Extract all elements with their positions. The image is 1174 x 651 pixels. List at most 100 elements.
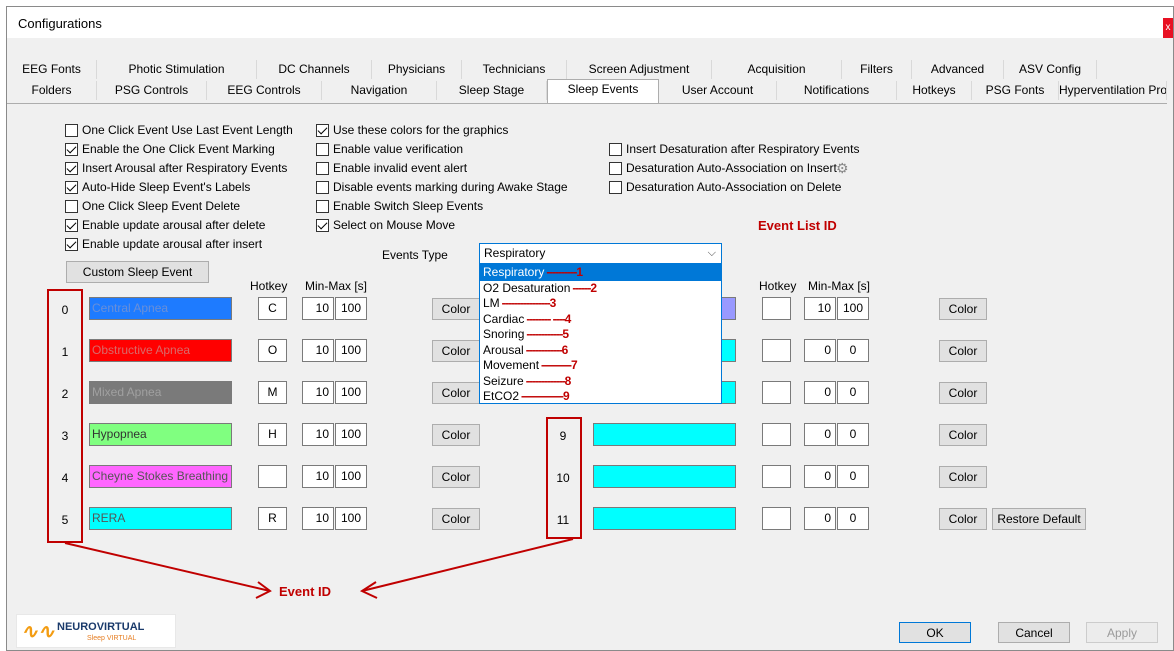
event-name-field[interactable]: Hypopnea xyxy=(89,423,232,446)
dropdown-item[interactable]: Arousal ------------6 xyxy=(480,343,721,359)
apply-button[interactable]: Apply xyxy=(1086,622,1158,643)
checkbox-enable-update-arousal-after-delete[interactable]: Enable update arousal after delete xyxy=(65,217,265,233)
ok-button[interactable]: OK xyxy=(899,622,971,643)
hotkey-field[interactable]: R xyxy=(258,507,287,530)
checkbox-box[interactable] xyxy=(609,180,622,194)
max-field[interactable]: 0 xyxy=(837,381,869,404)
color-button[interactable]: Color xyxy=(939,424,987,446)
tab-hyperventilation-protocol[interactable]: Hyperventilation Protocol xyxy=(1059,81,1167,100)
color-button[interactable]: Color xyxy=(432,508,480,530)
tab-photic-stimulation[interactable]: Photic Stimulation xyxy=(97,60,257,79)
min-field[interactable]: 0 xyxy=(804,465,836,488)
cancel-button[interactable]: Cancel xyxy=(998,622,1070,643)
event-name-field[interactable] xyxy=(593,507,736,530)
tab-technicians[interactable]: Technicians xyxy=(462,60,567,79)
chevron-down-icon[interactable]: ⌵ xyxy=(708,244,716,263)
checkbox-auto-hide-sleep-event-s-labels[interactable]: Auto-Hide Sleep Event's Labels xyxy=(65,179,250,195)
checkbox-one-click-event-use-last-event-length[interactable]: One Click Event Use Last Event Length xyxy=(65,122,293,138)
tab-advanced[interactable]: Advanced xyxy=(912,60,1004,79)
event-name-field[interactable]: Cheyne Stokes Breathing xyxy=(89,465,232,488)
min-field[interactable]: 10 xyxy=(302,465,334,488)
tab-navigation[interactable]: Navigation xyxy=(322,81,437,100)
max-field[interactable]: 100 xyxy=(837,297,869,320)
dropdown-item[interactable]: LM ----------------3 xyxy=(480,296,721,312)
checkbox-box[interactable] xyxy=(65,123,78,137)
event-name-field[interactable] xyxy=(593,423,736,446)
hotkey-field[interactable]: C xyxy=(258,297,287,320)
tab-physicians[interactable]: Physicians xyxy=(372,60,462,79)
tab-dc-channels[interactable]: DC Channels xyxy=(257,60,372,79)
checkbox-enable-update-arousal-after-insert[interactable]: Enable update arousal after insert xyxy=(65,236,262,252)
checkbox-enable-invalid-event-alert[interactable]: Enable invalid event alert xyxy=(316,160,467,176)
checkbox-box[interactable] xyxy=(65,237,78,251)
tab-psg-controls[interactable]: PSG Controls xyxy=(97,81,207,100)
tab-asv-config[interactable]: ASV Config xyxy=(1004,60,1097,79)
checkbox-enable-value-verification[interactable]: Enable value verification xyxy=(316,141,463,157)
max-field[interactable]: 100 xyxy=(335,507,367,530)
tab-eeg-fonts[interactable]: EEG Fonts xyxy=(7,60,97,79)
dropdown-item[interactable]: O2 Desaturation ------2 xyxy=(480,281,721,297)
max-field[interactable]: 0 xyxy=(837,465,869,488)
max-field[interactable]: 100 xyxy=(335,423,367,446)
max-field[interactable]: 0 xyxy=(837,339,869,362)
dropdown-item[interactable]: Snoring ------------5 xyxy=(480,327,721,343)
tab-notifications[interactable]: Notifications xyxy=(777,81,897,100)
dropdown-item[interactable]: Seizure -------------8 xyxy=(480,374,721,390)
min-field[interactable]: 10 xyxy=(302,423,334,446)
min-field[interactable]: 10 xyxy=(302,381,334,404)
color-button[interactable]: Color xyxy=(432,298,480,320)
hotkey-field[interactable] xyxy=(762,423,791,446)
max-field[interactable]: 100 xyxy=(335,381,367,404)
checkbox-box[interactable] xyxy=(316,180,329,194)
checkbox-enable-switch-sleep-events[interactable]: Enable Switch Sleep Events xyxy=(316,198,483,214)
tab-folders[interactable]: Folders xyxy=(7,81,97,100)
tab-filters[interactable]: Filters xyxy=(842,60,912,79)
hotkey-field[interactable]: M xyxy=(258,381,287,404)
dropdown-item[interactable]: Respiratory ----------1 xyxy=(480,265,721,281)
tab-eeg-controls[interactable]: EEG Controls xyxy=(207,81,322,100)
min-field[interactable]: 0 xyxy=(804,381,836,404)
checkbox-insert-desaturation-after-respiratory-events[interactable]: Insert Desaturation after Respiratory Ev… xyxy=(609,141,859,157)
max-field[interactable]: 100 xyxy=(335,465,367,488)
color-button[interactable]: Color xyxy=(432,382,480,404)
event-name-field[interactable]: Obstructive Apnea xyxy=(89,339,232,362)
checkbox-desaturation-auto-association-on-insert[interactable]: Desaturation Auto-Association on Insert xyxy=(609,160,837,176)
color-button[interactable]: Color xyxy=(432,424,480,446)
hotkey-field[interactable]: H xyxy=(258,423,287,446)
close-button[interactable]: x xyxy=(1163,18,1173,38)
color-button[interactable]: Color xyxy=(939,466,987,488)
events-type-select[interactable]: Respiratory ⌵ xyxy=(479,243,722,264)
tab-user-account[interactable]: User Account xyxy=(659,81,777,100)
color-button[interactable]: Color xyxy=(432,340,480,362)
checkbox-disable-events-marking-during-awake-stage[interactable]: Disable events marking during Awake Stag… xyxy=(316,179,568,195)
checkbox-enable-the-one-click-event-marking[interactable]: Enable the One Click Event Marking xyxy=(65,141,275,157)
min-field[interactable]: 0 xyxy=(804,507,836,530)
min-field[interactable]: 10 xyxy=(804,297,836,320)
tab-acquisition[interactable]: Acquisition xyxy=(712,60,842,79)
checkbox-box[interactable] xyxy=(65,218,78,232)
checkbox-box[interactable] xyxy=(316,218,329,232)
checkbox-box[interactable] xyxy=(609,142,622,156)
min-field[interactable]: 0 xyxy=(804,423,836,446)
max-field[interactable]: 100 xyxy=(335,339,367,362)
checkbox-box[interactable] xyxy=(65,142,78,156)
checkbox-box[interactable] xyxy=(316,142,329,156)
checkbox-box[interactable] xyxy=(609,161,622,175)
hotkey-field[interactable] xyxy=(762,297,791,320)
tab-sleep-events[interactable]: Sleep Events xyxy=(547,79,659,103)
hotkey-field[interactable] xyxy=(762,465,791,488)
checkbox-box[interactable] xyxy=(316,123,329,137)
dropdown-item[interactable]: Cardiac -------- ----4 xyxy=(480,312,721,328)
dropdown-item[interactable]: Movement ----------7 xyxy=(480,358,721,374)
hotkey-field[interactable]: O xyxy=(258,339,287,362)
event-name-field[interactable]: Central Apnea xyxy=(89,297,232,320)
checkbox-box[interactable] xyxy=(65,199,78,213)
hotkey-field[interactable] xyxy=(762,507,791,530)
hotkey-field[interactable] xyxy=(762,381,791,404)
event-name-field[interactable]: Mixed Apnea xyxy=(89,381,232,404)
event-name-field[interactable]: RERA xyxy=(89,507,232,530)
restore-default-button[interactable]: Restore Default xyxy=(992,508,1086,530)
checkbox-one-click-sleep-event-delete[interactable]: One Click Sleep Event Delete xyxy=(65,198,240,214)
min-field[interactable]: 0 xyxy=(804,339,836,362)
color-button[interactable]: Color xyxy=(432,466,480,488)
